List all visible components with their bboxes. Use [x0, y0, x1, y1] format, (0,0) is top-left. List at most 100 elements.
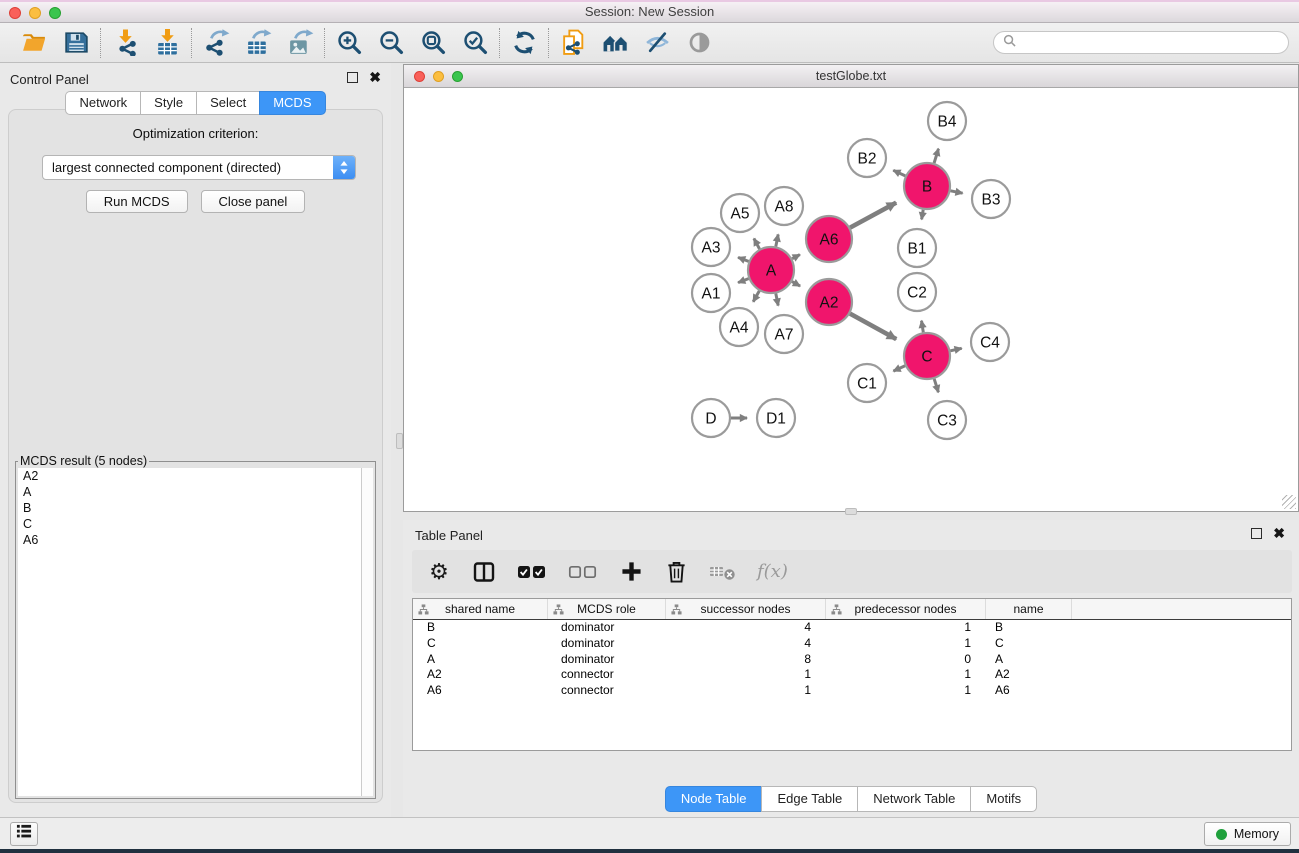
table-cell[interactable]: A6 — [413, 683, 547, 699]
node-A[interactable]: A — [748, 247, 794, 293]
task-history-button[interactable] — [10, 822, 38, 846]
node-A2[interactable]: A2 — [806, 279, 852, 325]
new-network-from-selection-icon[interactable] — [559, 29, 587, 57]
network-close-icon[interactable] — [414, 71, 425, 82]
import-table-icon[interactable] — [153, 29, 181, 57]
table-row[interactable]: A6connector11A6 — [413, 683, 1291, 699]
table-cell[interactable]: C — [985, 636, 1071, 652]
table-row[interactable]: Bdominator41B — [413, 620, 1291, 636]
table-cell[interactable]: 4 — [665, 636, 825, 652]
edge-A-A7[interactable] — [776, 294, 778, 306]
zoom-selected-icon[interactable] — [461, 29, 489, 57]
table-row[interactable]: Adominator80A — [413, 652, 1291, 668]
delete-row-icon[interactable] — [664, 559, 688, 585]
mcds-list-scrollbar[interactable] — [361, 468, 373, 796]
table-cell[interactable]: A2 — [413, 667, 547, 683]
maximize-window-icon[interactable] — [49, 7, 61, 19]
save-session-icon[interactable] — [62, 29, 90, 57]
splitter-handle-horizontal[interactable] — [845, 508, 857, 515]
mcds-result-item[interactable]: B — [18, 500, 373, 516]
table-cell[interactable]: 4 — [665, 620, 825, 636]
search-box[interactable] — [993, 31, 1289, 54]
close-window-icon[interactable] — [9, 7, 21, 19]
network-maximize-icon[interactable] — [452, 71, 463, 82]
tab-style[interactable]: Style — [140, 91, 196, 115]
node-B1[interactable]: B1 — [898, 229, 936, 267]
table-cell[interactable]: 8 — [665, 652, 825, 668]
node-C4[interactable]: C4 — [971, 323, 1009, 361]
float-table-panel-icon[interactable] — [1251, 528, 1262, 539]
zoom-in-icon[interactable] — [335, 29, 363, 57]
deselect-all-rows-icon[interactable] — [568, 559, 598, 585]
edge-A-A3[interactable] — [738, 257, 749, 261]
node-A3[interactable]: A3 — [692, 228, 730, 266]
node-B4[interactable]: B4 — [928, 102, 966, 140]
memory-button[interactable]: Memory — [1204, 822, 1291, 846]
table-cell[interactable]: B — [985, 620, 1071, 636]
mcds-result-item[interactable]: C — [18, 516, 373, 532]
table-row[interactable]: Cdominator41C — [413, 636, 1291, 652]
column-header-mcds-role[interactable]: MCDS role — [547, 599, 665, 619]
window-resize-grip[interactable] — [1282, 495, 1296, 509]
table-settings-icon[interactable]: ⚙ — [427, 559, 451, 585]
table-cell[interactable]: 0 — [825, 652, 985, 668]
column-header-shared-name[interactable]: shared name — [413, 599, 547, 619]
edge-A-A4[interactable] — [753, 291, 759, 302]
table-cell[interactable]: A6 — [985, 683, 1071, 699]
apply-layout-icon[interactable] — [510, 29, 538, 57]
node-A7[interactable]: A7 — [765, 315, 803, 353]
table-cell[interactable]: B — [413, 620, 547, 636]
column-header-predecessor-nodes[interactable]: predecessor nodes — [825, 599, 985, 619]
export-table-icon[interactable] — [244, 29, 272, 57]
table-cell[interactable]: 1 — [665, 683, 825, 699]
hide-selected-icon[interactable] — [643, 29, 671, 57]
table-cell[interactable]: dominator — [547, 636, 665, 652]
criterion-dropdown[interactable]: largest connected component (directed) — [42, 155, 356, 180]
network-canvas[interactable]: B4B2BB3A8A5A6A3B1AA1C2A2A4A7C4CC1C3DD1 — [404, 88, 1298, 511]
add-row-icon[interactable] — [619, 559, 643, 585]
node-C2[interactable]: C2 — [898, 273, 936, 311]
splitter-handle-vertical[interactable] — [396, 433, 403, 449]
tab-mcds[interactable]: MCDS — [259, 91, 325, 115]
edge-C-C3[interactable] — [934, 379, 938, 392]
table-cell[interactable]: 1 — [825, 683, 985, 699]
close-panel-button[interactable]: Close panel — [201, 190, 306, 213]
table-cell[interactable]: A — [985, 652, 1071, 668]
edge-B-B1[interactable] — [922, 210, 924, 220]
edge-B-B4[interactable] — [934, 149, 938, 163]
select-all-rows-icon[interactable] — [517, 559, 547, 585]
table-cell[interactable]: C — [413, 636, 547, 652]
search-input[interactable] — [1022, 36, 1279, 50]
edge-A-A2[interactable] — [792, 282, 800, 287]
mcds-result-item[interactable]: A2 — [18, 468, 373, 484]
table-cell[interactable]: 1 — [825, 636, 985, 652]
table-cell[interactable]: 1 — [825, 667, 985, 683]
edge-A-A1[interactable] — [738, 279, 749, 283]
node-B2[interactable]: B2 — [848, 139, 886, 177]
show-graphics-details-icon[interactable] — [685, 29, 713, 57]
tab-network[interactable]: Network — [65, 91, 140, 115]
edge-A2-C[interactable] — [850, 314, 896, 340]
close-table-panel-icon[interactable]: ✖ — [1273, 528, 1285, 539]
network-minimize-icon[interactable] — [433, 71, 444, 82]
node-A4[interactable]: A4 — [720, 308, 758, 346]
node-A8[interactable]: A8 — [765, 187, 803, 225]
table-cell[interactable]: dominator — [547, 620, 665, 636]
import-network-icon[interactable] — [111, 29, 139, 57]
zoom-out-icon[interactable] — [377, 29, 405, 57]
node-C1[interactable]: C1 — [848, 364, 886, 402]
tab-network-table[interactable]: Network Table — [857, 786, 970, 812]
edge-B-B2[interactable] — [893, 170, 905, 176]
zoom-fit-icon[interactable] — [419, 29, 447, 57]
node-D[interactable]: D — [692, 399, 730, 437]
edge-A-A8[interactable] — [776, 234, 778, 246]
node-B3[interactable]: B3 — [972, 180, 1010, 218]
first-neighbors-icon[interactable] — [601, 29, 629, 57]
open-session-icon[interactable] — [20, 29, 48, 57]
table-cell[interactable]: A — [413, 652, 547, 668]
table-cell[interactable]: connector — [547, 667, 665, 683]
tab-edge-table[interactable]: Edge Table — [761, 786, 857, 812]
edge-A6-B[interactable] — [850, 203, 896, 228]
mcds-result-item[interactable]: A — [18, 484, 373, 500]
tab-node-table[interactable]: Node Table — [665, 786, 762, 812]
